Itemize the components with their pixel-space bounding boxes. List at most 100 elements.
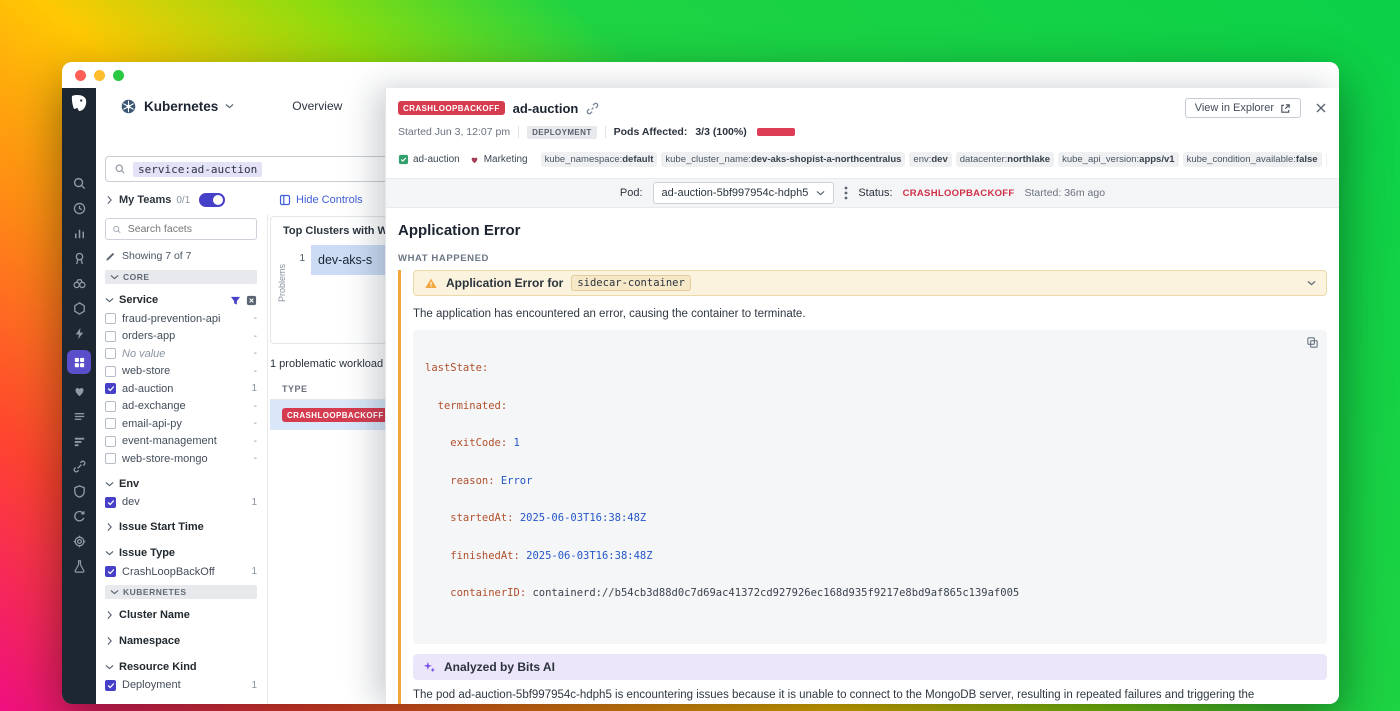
tag-pill[interactable]: kube_api_version:apps/v1: [1058, 152, 1179, 167]
pod-select[interactable]: ad-auction-5bf997954c-hdph5: [653, 182, 835, 204]
chevron-down-icon: [105, 664, 114, 670]
facet-search-input[interactable]: [128, 223, 250, 235]
checkbox-checked[interactable]: [105, 383, 116, 394]
checkbox-checked[interactable]: [105, 680, 116, 691]
search-icon: [112, 224, 122, 235]
checkbox[interactable]: [105, 366, 116, 377]
chevron-down-icon: [110, 589, 119, 595]
checkbox[interactable]: [105, 331, 116, 342]
tag-pill[interactable]: kube_con...: [1326, 152, 1327, 167]
chevron-down-icon[interactable]: [1307, 280, 1316, 286]
facet-panel: Showing 7 of 7 CORE Service: [96, 214, 268, 704]
application-error-collapsible[interactable]: Application Error for sidecar-container: [413, 270, 1327, 296]
facet-search-field[interactable]: [105, 218, 257, 240]
serverless-icon[interactable]: [71, 325, 87, 341]
checkbox[interactable]: [105, 313, 116, 324]
history-icon[interactable]: [71, 200, 87, 216]
chevron-down-icon[interactable]: [225, 103, 234, 109]
facet-item-dev[interactable]: dev1: [105, 494, 257, 512]
drawer-meta-row: Started Jun 3, 12:07 pm DEPLOYMENT Pods …: [398, 124, 1327, 140]
my-teams-toggle[interactable]: [199, 193, 225, 207]
facet-item-orders-app[interactable]: orders-app-: [105, 328, 257, 346]
checkbox[interactable]: [105, 453, 116, 464]
labs-icon[interactable]: [71, 558, 87, 574]
checkbox[interactable]: [105, 401, 116, 412]
facet-item-ad-exchange[interactable]: ad-exchange-: [105, 398, 257, 416]
facet-group-namespace[interactable]: Namespace: [105, 631, 257, 651]
traces-icon[interactable]: [71, 433, 87, 449]
facet-group-issue-type[interactable]: Issue Type: [105, 543, 257, 563]
tag-pill[interactable]: kube_condition_available:false: [1183, 152, 1322, 167]
close-window-icon[interactable]: [75, 70, 86, 81]
search-query-token[interactable]: service:ad-auction: [133, 162, 262, 177]
facet-group-service[interactable]: Service: [105, 290, 257, 310]
hide-controls-button[interactable]: Hide Controls: [279, 194, 363, 206]
search-icon[interactable]: [71, 175, 87, 191]
section-core[interactable]: CORE: [105, 270, 257, 284]
logs-icon[interactable]: [71, 408, 87, 424]
service-ribbon-icon[interactable]: [71, 250, 87, 266]
status-badge: CRASHLOOPBACKOFF: [398, 101, 505, 115]
checkbox[interactable]: [105, 348, 116, 359]
tag-pill[interactable]: kube_namespace:default: [541, 152, 658, 167]
page-title: Kubernetes: [144, 99, 218, 114]
ci-link-icon[interactable]: [71, 458, 87, 474]
facet-group-env[interactable]: Env: [105, 474, 257, 494]
facet-item-web-store[interactable]: web-store-: [105, 363, 257, 381]
settings-icon[interactable]: [71, 533, 87, 549]
app-window: Kubernetes Overview Explorer service:ad-…: [62, 62, 1339, 704]
facet-filter-icon[interactable]: [230, 295, 241, 306]
link-icon[interactable]: [586, 102, 599, 115]
desktop-background: Kubernetes Overview Explorer service:ad-…: [0, 0, 1400, 711]
checkbox[interactable]: [105, 418, 116, 429]
close-icon[interactable]: [1315, 102, 1327, 114]
tag-pill[interactable]: datacenter:northlake: [956, 152, 1054, 167]
my-teams-control[interactable]: My Teams 0/1: [96, 193, 259, 207]
facet-item-email-api-py[interactable]: email-api-py-: [105, 415, 257, 433]
tab-overview[interactable]: Overview: [292, 99, 342, 113]
facet-item-ad-auction[interactable]: ad-auction1: [105, 380, 257, 398]
containers-icon[interactable]: [67, 350, 91, 374]
checkbox-checked[interactable]: [105, 497, 116, 508]
checkbox-checked[interactable]: [105, 566, 116, 577]
divider: [518, 126, 519, 138]
code-line: lastState:: [425, 362, 1315, 375]
my-teams-count: 0/1: [176, 195, 190, 206]
pods-affected-value: 3/3 (100%): [695, 126, 746, 138]
zoom-window-icon[interactable]: [113, 70, 124, 81]
container-name-chip: sidecar-container: [571, 275, 690, 291]
service-chip[interactable]: ad-auction: [398, 154, 460, 165]
facet-item-crashloopbackoff[interactable]: CrashLoopBackOff1: [105, 563, 257, 581]
workload-title: ad-auction: [513, 101, 579, 116]
team-chip[interactable]: Marketing: [469, 154, 528, 165]
tag-pill[interactable]: kube_cluster_name:dev-aks-shopist-a-nort…: [661, 152, 905, 167]
sync-icon[interactable]: [71, 508, 87, 524]
view-in-explorer-button[interactable]: View in Explorer: [1185, 98, 1301, 118]
facet-clear-icon[interactable]: [246, 295, 257, 306]
facet-item-web-store-mongo[interactable]: web-store-mongo-: [105, 450, 257, 468]
facet-item-event-management[interactable]: event-management-: [105, 433, 257, 451]
copy-icon[interactable]: [1306, 336, 1319, 353]
search-icon: [114, 163, 126, 175]
facet-item-fraud-prevention-api[interactable]: fraud-prevention-api-: [105, 310, 257, 328]
facet-group-issue-start-time[interactable]: Issue Start Time: [105, 517, 257, 537]
metrics-icon[interactable]: [71, 225, 87, 241]
security-icon[interactable]: [71, 483, 87, 499]
facet-group-cluster-name[interactable]: Cluster Name: [105, 605, 257, 625]
alert-title: Application Error for: [446, 276, 563, 290]
minimize-window-icon[interactable]: [94, 70, 105, 81]
facet-item-no-value[interactable]: No value-: [105, 345, 257, 363]
integrations-icon[interactable]: [71, 300, 87, 316]
kebab-menu-icon[interactable]: [844, 186, 848, 200]
tag-pill[interactable]: env:dev: [909, 152, 951, 167]
drawer-tags-row: ad-auction Marketing kube_namespace:defa…: [398, 148, 1327, 170]
my-teams-label: My Teams: [119, 194, 171, 206]
facet-group-resource-kind[interactable]: Resource Kind: [105, 657, 257, 677]
watchdog-icon[interactable]: [71, 275, 87, 291]
section-kubernetes[interactable]: KUBERNETES: [105, 585, 257, 599]
datadog-logo[interactable]: [68, 93, 90, 115]
monitors-icon[interactable]: [71, 383, 87, 399]
facet-item-deployment[interactable]: Deployment1: [105, 677, 257, 695]
status-label: Status:: [858, 187, 892, 199]
checkbox[interactable]: [105, 436, 116, 447]
